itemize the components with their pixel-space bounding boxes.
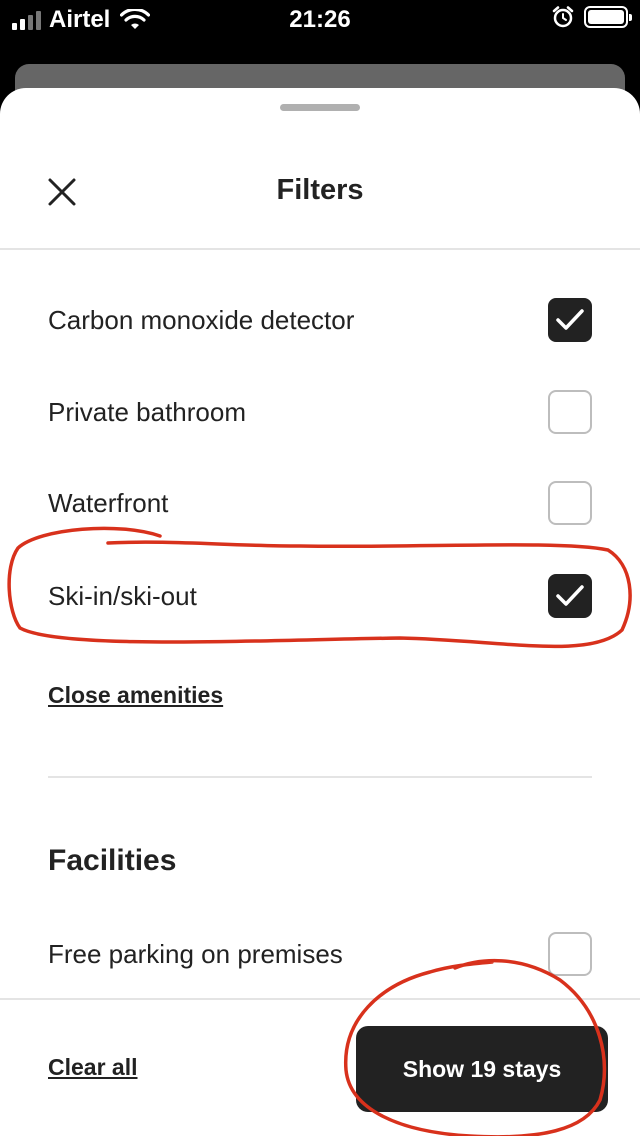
battery-icon (584, 6, 632, 28)
footer-divider (0, 998, 640, 1000)
checkmark-icon (556, 309, 584, 330)
clear-all-button[interactable]: Clear all (48, 1054, 138, 1081)
amenity-row-ski-in-ski-out[interactable]: Ski-in/ski-out (48, 566, 592, 626)
app-screen: Airtel 21:26 Filters Carbon monoxide det… (0, 0, 640, 1136)
alarm-icon (552, 6, 574, 28)
divider (0, 248, 640, 250)
close-amenities-link[interactable]: Close amenities (48, 682, 223, 709)
amenity-label: Ski-in/ski-out (48, 580, 197, 611)
amenity-label: Private bathroom (48, 396, 246, 427)
facilities-heading: Facilities (48, 844, 177, 877)
status-right (552, 6, 632, 28)
amenity-label: Carbon monoxide detector (48, 304, 355, 335)
filters-sheet: Filters Carbon monoxide detector Private… (0, 88, 640, 1136)
facility-row-free-parking[interactable]: Free parking on premises (48, 924, 592, 984)
checkbox-free-parking[interactable] (548, 932, 592, 976)
divider (48, 776, 592, 778)
amenity-row-private-bathroom[interactable]: Private bathroom (48, 382, 592, 442)
status-time: 21:26 (289, 6, 351, 33)
page-title: Filters (276, 174, 364, 206)
sheet-grabber[interactable] (280, 104, 360, 111)
amenity-row-carbon-monoxide-detector[interactable]: Carbon monoxide detector (48, 290, 592, 350)
show-stays-button[interactable]: Show 19 stays (356, 1026, 608, 1112)
checkbox-ski-in-ski-out[interactable] (548, 574, 592, 618)
checkbox-carbon-monoxide-detector[interactable] (548, 298, 592, 342)
amenity-label: Waterfront (48, 487, 169, 518)
status-bar: Airtel 21:26 (0, 0, 640, 40)
facility-label: Free parking on premises (48, 938, 343, 969)
amenity-row-waterfront[interactable]: Waterfront (48, 473, 592, 533)
checkbox-private-bathroom[interactable] (548, 390, 592, 434)
battery-fill (588, 10, 624, 24)
checkbox-waterfront[interactable] (548, 481, 592, 525)
checkmark-icon (556, 585, 584, 606)
